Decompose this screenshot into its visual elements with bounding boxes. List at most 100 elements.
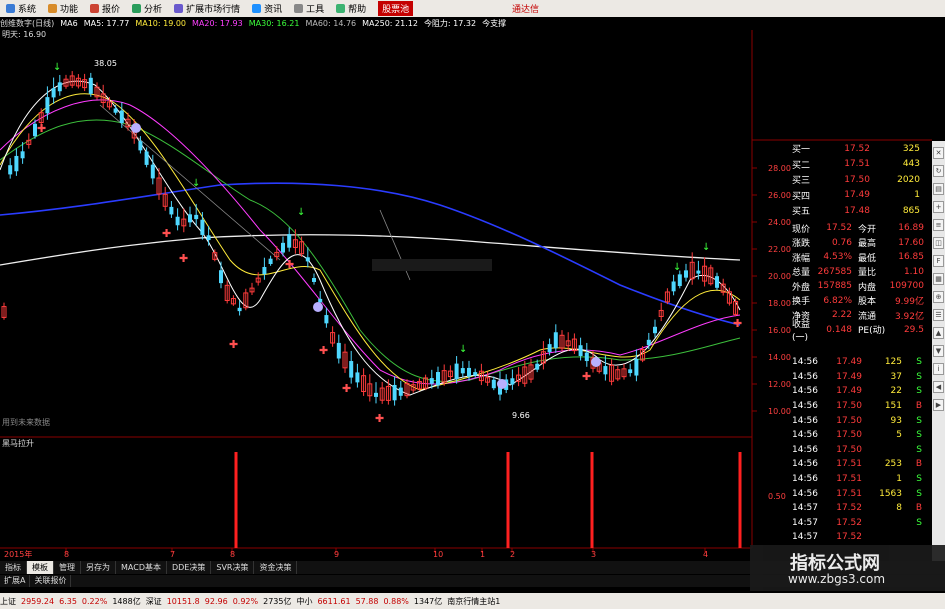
order-level: 买三 (792, 176, 811, 187)
stat-value-2: 1.10 (903, 266, 924, 277)
svg-text:↓: ↓ (53, 62, 61, 73)
toolbar-up-icon[interactable]: ▲ (933, 327, 944, 339)
toolbar-list-icon[interactable]: ≡ (933, 219, 944, 231)
tick-direction: B (915, 503, 922, 514)
stat-value: 2.22 (831, 310, 852, 321)
toolbar-right-icon[interactable]: ▶ (933, 399, 944, 411)
y-axis-label: 16.00 (768, 326, 791, 335)
stat-value-2: 29.5 (903, 324, 924, 335)
tick-time: 14:56 (792, 444, 818, 455)
x-axis-label: 8 (230, 550, 235, 559)
tick-price: 17.52 (836, 503, 862, 514)
order-volume: 1 (914, 190, 920, 201)
toolbar-grid-icon[interactable]: ▦ (933, 273, 944, 285)
tooltip-box (372, 259, 492, 271)
toolbar-news-icon[interactable]: ◫ (933, 237, 944, 249)
stat-key: 总量 (792, 268, 811, 279)
tick-row: 14:56 17.50 151 B (792, 399, 928, 414)
tick-direction: S (916, 474, 922, 485)
svg-text:✚: ✚ (733, 317, 742, 330)
tick-direction: S (916, 357, 922, 368)
ext-tab[interactable]: 扩展A (0, 575, 31, 587)
status-field: 6611.61 (317, 596, 351, 606)
stat-value: 4.53% (823, 252, 852, 263)
tick-volume: 22 (890, 386, 902, 397)
indicator-tab[interactable]: 模板 (27, 561, 54, 574)
toolbar-f10-icon[interactable]: F (933, 255, 944, 267)
toolbar-plus-icon[interactable]: ⊕ (933, 291, 944, 303)
stat-row: 总量 267585 量比 1.10 (792, 265, 928, 280)
order-book-row: 买五 17.48 865 (792, 203, 928, 219)
stat-value-2: 109700 (889, 281, 924, 292)
stat-key: 换手 (792, 297, 811, 308)
stat-key-2: PE(动) (858, 326, 886, 337)
order-level: 买二 (792, 160, 811, 171)
toolbar-left-icon[interactable]: ◀ (933, 381, 944, 393)
tick-row: 14:56 17.51 253 B (792, 457, 928, 472)
future-data-note: 用到未来数据 (2, 417, 50, 427)
indicator-tab[interactable]: 管理 (54, 561, 81, 574)
indicator-name: 黑马拉升 (2, 438, 34, 448)
order-book: 买一 17.52 325 买二 17.51 443 买三 17.50 2020 买四 17.49 1 买… (792, 141, 928, 219)
tick-direction: S (916, 444, 922, 455)
indicator-tab[interactable]: SVR决策 (211, 561, 255, 574)
tick-time: 14:56 (792, 371, 818, 382)
tick-row: 14:56 17.51 1563 S (792, 486, 928, 501)
tick-time: 14:56 (792, 415, 818, 426)
stat-row: 外盘 157885 内盘 109700 (792, 279, 928, 294)
tick-volume: 151 (884, 401, 902, 412)
status-field: 0.22% (81, 596, 108, 606)
stat-value: 17.52 (826, 223, 852, 234)
svg-text:↓: ↓ (192, 178, 200, 189)
x-axis-label: 7 (170, 550, 175, 559)
status-field: 10151.8 (166, 596, 200, 606)
tick-time: 14:57 (792, 517, 818, 528)
indicator-tab[interactable]: DDE决策 (167, 561, 212, 574)
tick-direction: S (916, 415, 922, 426)
stat-value: 0.76 (831, 237, 852, 248)
toolbar-refresh-icon[interactable]: ↻ (933, 165, 944, 177)
tick-volume: 93 (890, 415, 902, 426)
toolbar-chart-icon[interactable]: ▤ (933, 183, 944, 195)
svg-text:↓: ↓ (297, 207, 305, 218)
stat-value: 157885 (817, 281, 852, 292)
tick-row: 14:57 17.52 8 B (792, 501, 928, 516)
stat-value-2: 9.99亿 (894, 297, 924, 308)
indicator-tab[interactable]: 指标 (0, 561, 27, 574)
indicator-tab[interactable]: 另存为 (81, 561, 116, 574)
signal-bar (590, 452, 594, 548)
y-axis-label: 20.00 (768, 272, 791, 281)
ma60-line (0, 182, 741, 326)
tick-time: 14:56 (792, 401, 818, 412)
status-field: 57.88 (355, 596, 379, 606)
indicator-tab[interactable]: 资金决策 (254, 561, 298, 574)
tick-volume: 1 (896, 474, 902, 485)
order-book-row: 买一 17.52 325 (792, 141, 928, 157)
x-axis-label: 4 (703, 550, 708, 559)
y-axis-label: 24.00 (768, 218, 791, 227)
status-field: 0.92% (232, 596, 259, 606)
tick-list: 14:56 17.49 125 S 14:56 17.49 37 S 14:56 17.49 22 S… (792, 355, 928, 545)
tick-time: 14:57 (792, 532, 818, 543)
stat-key: 收益(一) (792, 319, 811, 343)
toolbar-menu-icon[interactable]: ☰ (933, 309, 944, 321)
stat-key-2: 量比 (858, 268, 877, 279)
status-bar: 上证 2959.24 6.35 0.22% 1488亿 深证 10151.8 92.96 0.9… (0, 593, 945, 609)
svg-text:✚: ✚ (375, 412, 384, 425)
y-axis-label: 22.00 (768, 245, 791, 254)
toolbar-close-icon[interactable]: ✕ (933, 147, 944, 159)
stat-key-2: 今开 (858, 224, 877, 235)
stat-value-2: 16.85 (898, 252, 924, 263)
order-price: 17.52 (844, 143, 870, 154)
toolbar-down-icon[interactable]: ▼ (933, 345, 944, 357)
indicator-tab[interactable]: MACD基本 (116, 561, 167, 574)
toolbar-info-icon[interactable]: i (933, 363, 944, 375)
toolbar-zoom-icon[interactable]: + (933, 201, 944, 213)
ext-tab[interactable]: 关联报价 (30, 575, 72, 587)
status-field: 0.88% (383, 596, 409, 606)
order-volume: 325 (902, 143, 920, 154)
indicator-y-axis: 0.50 (768, 492, 786, 501)
tick-volume: 253 (884, 459, 902, 470)
stat-row: 换手 6.82% 股本 9.99亿 (792, 294, 928, 309)
order-volume: 2020 (897, 174, 920, 185)
